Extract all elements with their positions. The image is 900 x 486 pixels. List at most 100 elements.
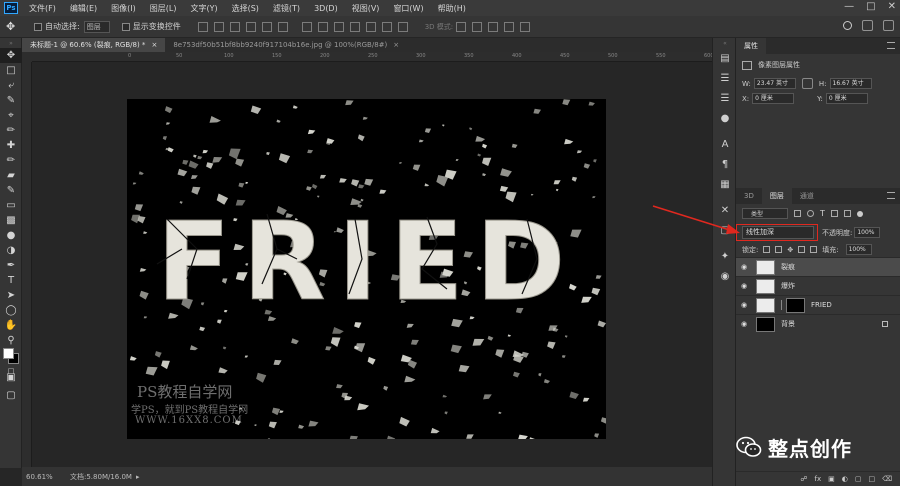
lock-paint-icon[interactable] [775, 246, 783, 253]
new-layer-icon[interactable]: □ [868, 475, 875, 483]
swatches-panel-icon[interactable]: ◉ [713, 266, 737, 286]
rotate-3d-icon[interactable] [456, 21, 467, 32]
strip-grip-icon[interactable]: « [713, 38, 737, 48]
slide-3d-icon[interactable] [504, 21, 515, 32]
mask-link-icon[interactable] [781, 300, 785, 310]
doc-size[interactable]: 文档:5.80M/16.0M [70, 472, 132, 482]
history-panel-icon[interactable]: ▤ [713, 48, 737, 68]
dodge-tool-icon[interactable]: ◑ [0, 243, 22, 258]
menu-image[interactable]: 图像(I) [104, 3, 143, 14]
tab-layers[interactable]: 图层 [761, 188, 792, 204]
layer-filter-select[interactable]: 类型 [742, 208, 788, 219]
minimize-icon[interactable]: — [844, 1, 854, 12]
height-field[interactable]: 16.67 英寸 [829, 78, 872, 89]
marquee-tool-icon[interactable]: □ [0, 63, 22, 78]
lock-all-icon[interactable] [810, 246, 818, 253]
layer-row-explosion[interactable]: ◉ 爆炸 [736, 276, 900, 295]
path-select-tool-icon[interactable]: ➤ [0, 288, 22, 303]
close-tab-icon[interactable]: × [151, 41, 157, 49]
visibility-eye-icon[interactable]: ◉ [736, 301, 752, 309]
layer-mask-thumbnail[interactable] [786, 297, 805, 313]
menu-file[interactable]: 文件(F) [22, 3, 63, 14]
document-canvas[interactable]: FRIED PS教程自学网 学PS，就到PS教程自学网 WWW.16XX8.CO… [127, 99, 606, 439]
glyphs-panel-icon[interactable]: ▦ [713, 174, 737, 194]
clone-stamp-tool-icon[interactable]: ▰ [0, 168, 22, 183]
menu-select[interactable]: 选择(S) [225, 3, 266, 14]
move-tool-icon[interactable]: ✥ [6, 20, 28, 33]
paths-panel-icon[interactable]: ✦ [713, 246, 737, 266]
distribute-vcenter-icon[interactable] [317, 21, 328, 32]
filter-smart-icon[interactable] [843, 210, 851, 217]
screen-mode-icon[interactable]: ▢ [0, 388, 22, 403]
menu-window[interactable]: 窗口(W) [386, 3, 430, 14]
share-icon[interactable] [883, 20, 894, 31]
character-panel-icon[interactable]: A [713, 134, 737, 154]
tab-3d[interactable]: 3D [736, 188, 762, 204]
layer-name[interactable]: 背景 [781, 319, 795, 329]
layer-row-background[interactable]: ◉ 背景 [736, 314, 900, 333]
brush-settings-panel-icon[interactable]: ☰ [713, 88, 737, 108]
status-arrow-icon[interactable]: ▸ [136, 473, 140, 481]
layer-row-fried[interactable]: ◉ FRIED [736, 295, 900, 314]
menu-type[interactable]: 文字(Y) [183, 3, 224, 14]
move-tool-icon[interactable]: ✥ [0, 48, 22, 63]
filter-shape-icon[interactable] [830, 210, 838, 217]
canvas-workspace[interactable]: FRIED PS教程自学网 学PS，就到PS教程自学网 WWW.16XX8.CO… [32, 62, 712, 467]
opacity-field[interactable]: 100% [854, 227, 881, 238]
panel-menu-icon[interactable] [887, 42, 895, 49]
menu-filter[interactable]: 滤镜(T) [266, 3, 307, 14]
auto-align-icon[interactable] [397, 21, 408, 32]
visibility-eye-icon[interactable]: ◉ [736, 282, 752, 290]
maximize-icon[interactable]: □ [866, 1, 875, 12]
healing-brush-tool-icon[interactable]: ✚ [0, 138, 22, 153]
shapes-panel-icon[interactable]: ▢ [713, 220, 737, 240]
roll-3d-icon[interactable] [472, 21, 483, 32]
show-transform-checkbox[interactable] [121, 22, 130, 31]
lock-position-icon[interactable]: ✥ [787, 246, 793, 254]
close-icon[interactable]: ✕ [888, 1, 896, 12]
quick-mask-icon[interactable]: ▣ [0, 370, 22, 385]
shape-tool-icon[interactable]: ◯ [0, 303, 22, 318]
align-vcenter-icon[interactable] [213, 21, 224, 32]
trash-icon[interactable]: ⌫ [882, 475, 892, 483]
link-layers-icon[interactable]: ☍ [800, 475, 807, 483]
layer-name[interactable]: 爆炸 [781, 281, 795, 291]
crop-tool-icon[interactable]: ⌖ [0, 108, 22, 123]
brush-tool-icon[interactable]: ✏ [0, 153, 22, 168]
history-brush-tool-icon[interactable]: ✎ [0, 183, 22, 198]
drag-3d-icon[interactable] [488, 21, 499, 32]
auto-select-dropdown[interactable]: 图层 [83, 20, 110, 33]
eyedropper-tool-icon[interactable]: ✏ [0, 123, 22, 138]
tab-document-2[interactable]: 8e753df50b51bf8bb9240f917104b16e.jpg @ 1… [165, 38, 408, 52]
align-bottom-icon[interactable] [229, 21, 240, 32]
filter-pixel-icon[interactable] [794, 210, 801, 217]
add-mask-icon[interactable]: ▣ [828, 475, 835, 483]
type-tool-icon[interactable]: T [0, 273, 22, 288]
close-tab-icon[interactable]: × [393, 41, 399, 49]
distribute-hcenter-icon[interactable] [365, 21, 376, 32]
align-right-icon[interactable] [277, 21, 288, 32]
align-left-icon[interactable] [245, 21, 256, 32]
visibility-eye-icon[interactable]: ◉ [736, 263, 752, 271]
pen-tool-icon[interactable]: ✒ [0, 258, 22, 273]
distribute-left-icon[interactable] [349, 21, 360, 32]
lock-pixels-icon[interactable] [763, 246, 771, 253]
filter-toggle-icon[interactable] [856, 210, 863, 217]
search-icon[interactable] [843, 21, 852, 30]
align-hcenter-icon[interactable] [261, 21, 272, 32]
tab-channels[interactable]: 通道 [792, 188, 822, 204]
adjustment-layer-icon[interactable]: ◐ [842, 475, 848, 483]
zoom-level[interactable]: 60.61% [22, 473, 70, 481]
scale-3d-icon[interactable] [520, 21, 531, 32]
layer-row-cracks[interactable]: ◉ 裂痕 [736, 257, 900, 276]
paragraph-panel-icon[interactable]: ¶ [713, 154, 737, 174]
distribute-right-icon[interactable] [381, 21, 392, 32]
panel-menu-icon[interactable] [887, 192, 895, 199]
layer-name[interactable]: 裂痕 [781, 262, 795, 272]
menu-3d[interactable]: 3D(D) [307, 4, 345, 13]
y-field[interactable]: 0 厘米 [825, 93, 868, 104]
horizontal-ruler[interactable]: 050100150200250300350400450500550600650 [32, 52, 762, 62]
menu-layer[interactable]: 图层(L) [143, 3, 184, 14]
lock-artboard-icon[interactable] [798, 246, 806, 253]
distribute-top-icon[interactable] [301, 21, 312, 32]
